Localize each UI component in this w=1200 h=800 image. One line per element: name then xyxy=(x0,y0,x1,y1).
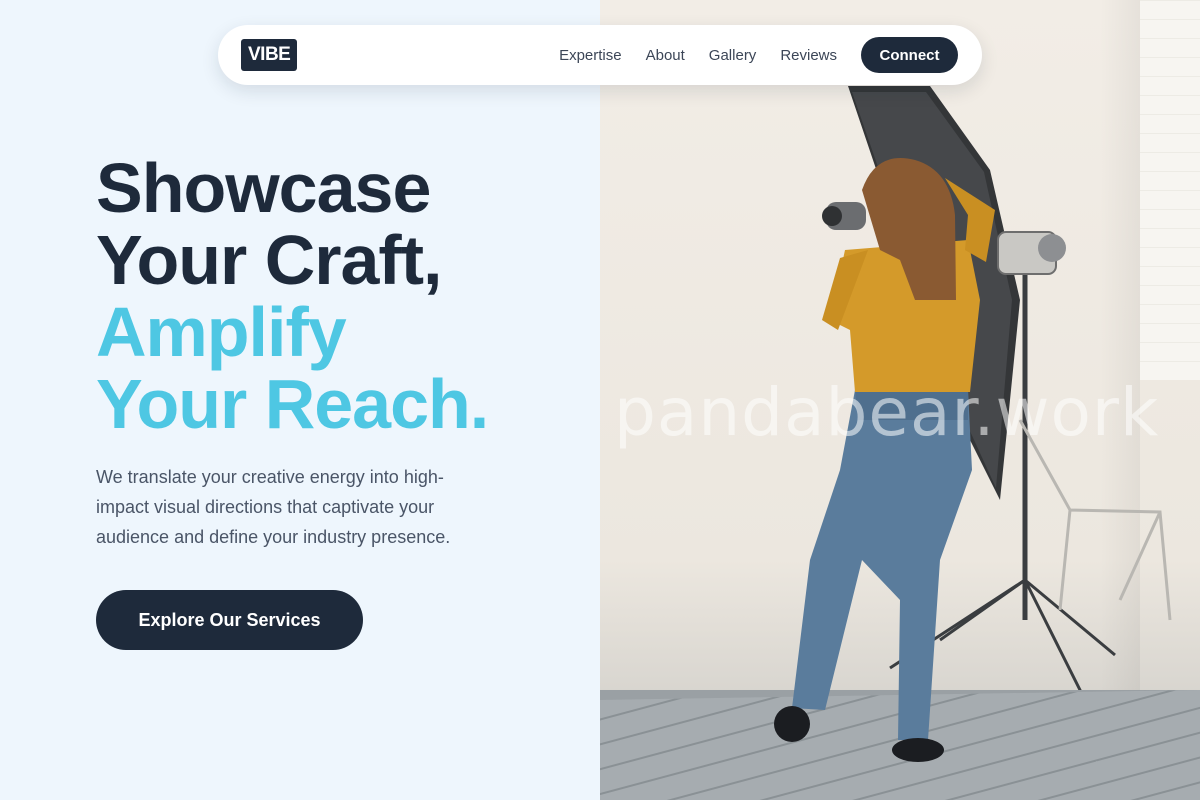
explore-services-button[interactable]: Explore Our Services xyxy=(96,590,363,650)
connect-button[interactable]: Connect xyxy=(861,37,958,73)
hero-heading: Showcase Your Craft, Amplify Your Reach. xyxy=(96,149,489,443)
right-shoe xyxy=(892,738,944,762)
hero-image: pandabear.work xyxy=(600,0,1200,800)
nav-link-expertise[interactable]: Expertise xyxy=(559,47,622,64)
hero-heading-line-2: Your Craft, xyxy=(96,221,443,299)
hero-heading-line-4: Your Reach. xyxy=(96,365,489,443)
brand-logo[interactable]: VIBE xyxy=(241,39,298,71)
watermark-text: pandabear.work xyxy=(614,374,1160,451)
top-navbar: VIBE Expertise About Gallery Reviews Con… xyxy=(218,25,982,85)
hero-description: We translate your creative energy into h… xyxy=(96,467,451,547)
nav-link-reviews[interactable]: Reviews xyxy=(780,47,837,64)
nav-link-gallery[interactable]: Gallery xyxy=(709,47,757,64)
nav-link-about[interactable]: About xyxy=(646,47,685,64)
hero-heading-line-1: Showcase xyxy=(96,149,431,227)
left-shoe xyxy=(774,706,810,742)
hero-heading-line-3: Amplify xyxy=(96,293,347,371)
nav-links: Expertise About Gallery Reviews xyxy=(559,47,837,64)
